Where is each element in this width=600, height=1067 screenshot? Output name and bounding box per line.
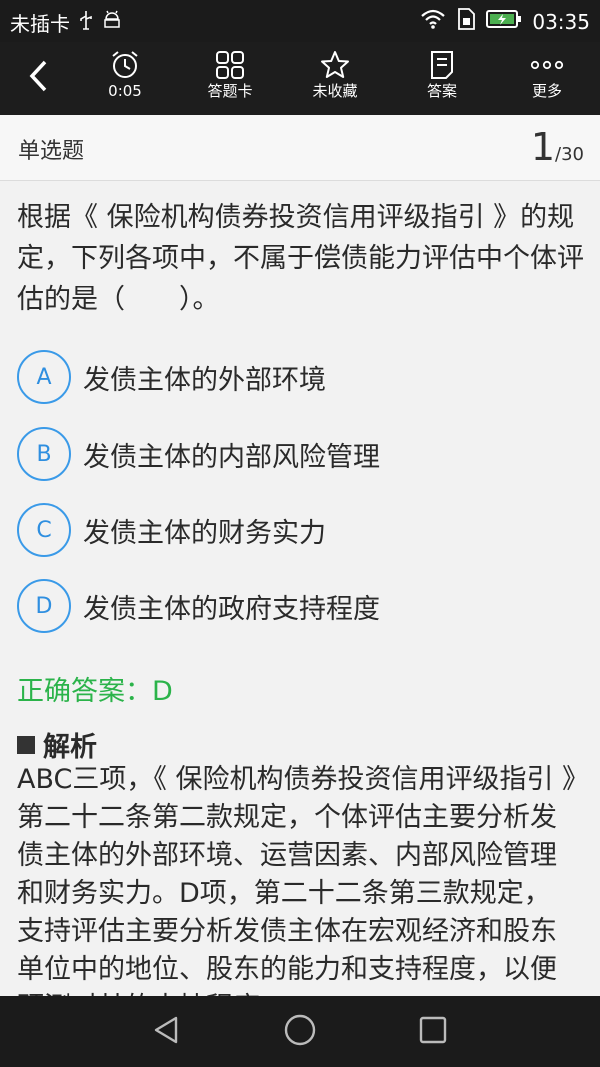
favorite-label: 未收藏 <box>312 82 358 100</box>
back-arrow-icon <box>27 59 49 97</box>
answer-label: 答案 <box>426 82 457 100</box>
nav-back-button[interactable] <box>146 1012 186 1052</box>
option-letter: A <box>17 350 71 404</box>
option-letter: B <box>17 427 71 481</box>
option-text: 发债主体的政府支持程度 <box>83 593 380 625</box>
option-d[interactable]: D 发债主体的政府支持程度 <box>17 576 587 636</box>
status-bar: 未插卡 03:35 <box>0 0 600 42</box>
current-question-number: 1 <box>530 125 556 169</box>
star-icon <box>290 48 380 82</box>
timer-label: 0:05 <box>108 82 142 100</box>
toolbar: 0:05 答题卡 未收藏 答案 更多 <box>0 42 600 115</box>
alarm-clock-icon <box>80 48 170 82</box>
triangle-back-icon <box>152 1015 180 1049</box>
carrier-label: 未插卡 <box>10 12 70 36</box>
battery-icon <box>486 9 522 34</box>
answer-button[interactable]: 答案 <box>397 48 487 110</box>
analysis-heading: 解析 <box>17 725 97 764</box>
more-dots-icon <box>502 48 592 82</box>
usb-icon <box>78 10 94 35</box>
grid-icon <box>185 48 275 82</box>
question-content[interactable]: 根据《 保险机构债券投资信用评级指引 》的规定，下列各项中，不属于偿债能力评估中… <box>0 181 600 996</box>
square-bullet-icon <box>17 735 35 754</box>
analysis-text: ABC三项，《 保险机构债券投资信用评级指引 》第二十二条第二款规定，个体评估主… <box>17 764 576 996</box>
back-button[interactable] <box>18 56 58 100</box>
wifi-icon <box>420 9 446 34</box>
option-letter: D <box>17 579 71 633</box>
question-pager: 1/30 <box>531 125 584 169</box>
circle-home-icon <box>283 1013 317 1051</box>
nav-home-button[interactable] <box>280 1012 320 1052</box>
android-debug-icon <box>102 10 122 35</box>
option-letter: C <box>17 503 71 557</box>
sim-icon <box>456 8 476 35</box>
correct-answer: 正确答案：D <box>17 676 173 707</box>
answer-card-button[interactable]: 答题卡 <box>185 48 275 110</box>
question-header: 单选题 1/30 <box>0 115 600 181</box>
square-recents-icon <box>419 1016 447 1048</box>
nav-recents-button[interactable] <box>413 1012 453 1052</box>
question-text: 根据《 保险机构债券投资信用评级指引 》的规定，下列各项中，不属于偿债能力评估中… <box>17 202 584 315</box>
system-nav-bar <box>0 996 600 1067</box>
option-text: 发债主体的外部环境 <box>83 364 326 396</box>
clock-time: 03:35 <box>532 9 590 34</box>
analysis-title: 解析 <box>43 732 97 763</box>
answer-card-label: 答题卡 <box>207 82 253 100</box>
option-b[interactable]: B 发债主体的内部风险管理 <box>17 424 587 484</box>
total-questions: /30 <box>555 144 584 165</box>
timer-button[interactable]: 0:05 <box>80 48 170 110</box>
document-icon <box>397 48 487 82</box>
more-label: 更多 <box>531 82 562 100</box>
option-a[interactable]: A 发债主体的外部环境 <box>17 347 587 407</box>
option-c[interactable]: C 发债主体的财务实力 <box>17 500 587 560</box>
option-text: 发债主体的财务实力 <box>83 517 326 549</box>
favorite-button[interactable]: 未收藏 <box>290 48 380 110</box>
question-type: 单选题 <box>18 139 85 164</box>
more-button[interactable]: 更多 <box>502 48 592 110</box>
option-text: 发债主体的内部风险管理 <box>83 441 380 473</box>
